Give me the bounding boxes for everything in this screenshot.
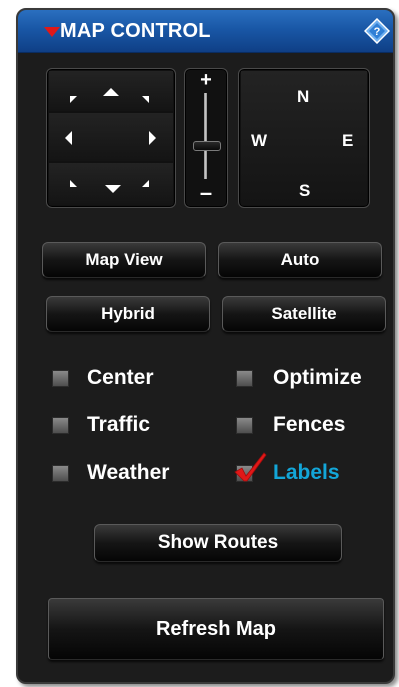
satellite-button[interactable]: Satellite <box>222 296 386 332</box>
pan-up-right-arrow-icon[interactable] <box>142 96 149 103</box>
svg-text:?: ? <box>374 26 381 38</box>
labels-checkbox[interactable] <box>234 451 267 482</box>
fences-option[interactable]: Fences <box>236 413 345 437</box>
pan-right-arrow-icon[interactable] <box>149 131 156 145</box>
zoom-in-button[interactable]: + <box>185 69 227 91</box>
map-control-panel: MAP CONTROL ? + – N W E S Map View Auto … <box>16 8 395 684</box>
weather-checkbox[interactable] <box>52 464 69 482</box>
compass-control: N W E S <box>238 68 370 208</box>
fences-checkbox[interactable] <box>236 416 253 434</box>
compass-east-button[interactable]: E <box>342 131 353 151</box>
zoom-out-button[interactable]: – <box>185 181 227 205</box>
refresh-map-button[interactable]: Refresh Map <box>48 598 384 660</box>
optimize-label: Optimize <box>273 366 362 389</box>
pan-control <box>46 68 176 208</box>
traffic-option[interactable]: Traffic <box>52 413 150 437</box>
pan-down-arrow-icon[interactable] <box>105 185 121 193</box>
compass-west-button[interactable]: W <box>251 131 267 151</box>
fences-label: Fences <box>273 413 346 436</box>
pan-down-left-arrow-icon[interactable] <box>70 180 77 187</box>
zoom-control: + – <box>184 68 228 208</box>
optimize-checkbox[interactable] <box>236 369 253 387</box>
labels-label: Labels <box>273 461 340 484</box>
pan-down-right-arrow-icon[interactable] <box>142 180 149 187</box>
title-bar[interactable]: MAP CONTROL ? <box>18 10 393 53</box>
labels-option[interactable]: Labels <box>234 451 340 485</box>
show-routes-button[interactable]: Show Routes <box>94 524 342 562</box>
optimize-option[interactable]: Optimize <box>236 366 362 390</box>
map-view-button[interactable]: Map View <box>42 242 206 278</box>
weather-option[interactable]: Weather <box>52 461 169 485</box>
center-option[interactable]: Center <box>52 366 154 390</box>
red-checkmark-icon <box>234 451 267 481</box>
pan-left-arrow-icon[interactable] <box>65 131 72 145</box>
collapse-triangle-icon[interactable] <box>44 27 60 37</box>
diamond-help-icon[interactable]: ? <box>364 18 390 44</box>
traffic-checkbox[interactable] <box>52 416 69 434</box>
center-checkbox[interactable] <box>52 369 69 387</box>
compass-south-button[interactable]: S <box>299 181 310 201</box>
weather-label: Weather <box>87 461 170 484</box>
compass-north-button[interactable]: N <box>297 87 309 107</box>
zoom-slider-handle[interactable] <box>193 141 221 151</box>
traffic-label: Traffic <box>87 413 151 436</box>
panel-title: MAP CONTROL <box>60 20 211 42</box>
auto-button[interactable]: Auto <box>218 242 382 278</box>
pan-up-left-arrow-icon[interactable] <box>70 96 77 103</box>
hybrid-button[interactable]: Hybrid <box>46 296 210 332</box>
zoom-track[interactable] <box>204 93 207 179</box>
center-label: Center <box>87 366 154 389</box>
pan-up-arrow-icon[interactable] <box>103 88 119 96</box>
